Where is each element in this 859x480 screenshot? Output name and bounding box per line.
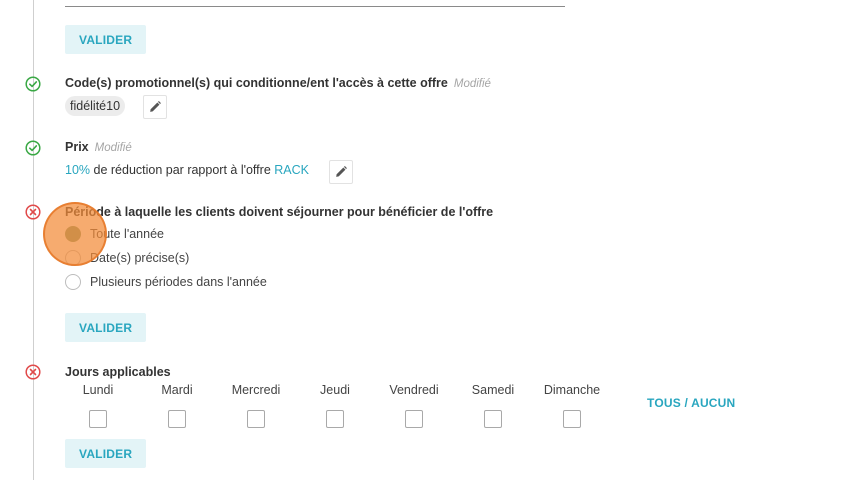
day-label: Lundi — [82, 383, 114, 397]
day-checkbox[interactable] — [247, 410, 265, 428]
radio-label: Toute l'année — [90, 227, 164, 241]
radio-option-all-year[interactable]: Toute l'année — [65, 224, 164, 244]
day-label: Vendredi — [389, 383, 439, 397]
edit-promo-button[interactable] — [143, 95, 167, 119]
price-title-text: Prix — [65, 140, 89, 154]
day-label: Dimanche — [543, 383, 601, 397]
day-sunday[interactable]: Dimanche — [537, 383, 607, 428]
radio-option-specific-dates[interactable]: Date(s) précise(s) — [65, 248, 189, 268]
radio-button-checked[interactable] — [65, 226, 81, 242]
price-section-title: Prix Modifié — [65, 140, 132, 154]
day-tuesday[interactable]: Mardi — [142, 383, 212, 428]
x-circle-icon — [25, 204, 41, 220]
validate-button-period[interactable]: VALIDER — [65, 313, 147, 342]
radio-label: Date(s) précise(s) — [90, 251, 190, 265]
radio-button[interactable] — [65, 274, 81, 290]
day-label: Mercredi — [231, 383, 281, 397]
period-section-title: Période à laquelle les clients doivent s… — [65, 205, 494, 219]
day-checkbox[interactable] — [89, 410, 107, 428]
day-label: Mardi — [161, 383, 193, 397]
radio-label: Plusieurs périodes dans l'année — [90, 275, 267, 289]
x-circle-icon — [25, 364, 41, 380]
check-circle-icon — [25, 140, 41, 156]
day-checkbox[interactable] — [484, 410, 502, 428]
timeline-line — [33, 0, 34, 480]
day-saturday[interactable]: Samedi — [458, 383, 528, 428]
radio-option-multiple-periods[interactable]: Plusieurs périodes dans l'année — [65, 272, 267, 292]
day-label: Jeudi — [320, 383, 350, 397]
validate-button-days[interactable]: VALIDER — [65, 439, 147, 468]
days-section-title: Jours applicables — [65, 365, 171, 379]
pencil-icon — [336, 166, 347, 177]
day-checkbox[interactable] — [563, 410, 581, 428]
promo-section-title: Code(s) promotionnel(s) qui conditionne/… — [65, 76, 491, 90]
toggle-all-days-button[interactable]: TOUS / AUCUN — [647, 396, 735, 410]
input-underline — [65, 6, 565, 7]
promo-modified-label: Modifié — [453, 78, 491, 90]
promo-title-text: Code(s) promotionnel(s) qui conditionne/… — [65, 76, 448, 90]
price-modified-label: Modifié — [94, 142, 132, 154]
discount-text: de réduction par rapport à l'offre — [90, 163, 275, 177]
price-summary: 10% de réduction par rapport à l'offre R… — [65, 163, 309, 177]
day-label: Samedi — [471, 383, 515, 397]
day-checkbox[interactable] — [405, 410, 423, 428]
check-circle-icon — [25, 76, 41, 92]
validate-button-1[interactable]: VALIDER — [65, 25, 147, 54]
day-checkbox[interactable] — [168, 410, 186, 428]
day-friday[interactable]: Vendredi — [379, 383, 449, 428]
day-checkbox[interactable] — [326, 410, 344, 428]
day-thursday[interactable]: Jeudi — [300, 383, 370, 428]
promo-code-chip: fidélité10 — [65, 96, 126, 116]
pencil-icon — [150, 101, 161, 112]
edit-price-button[interactable] — [329, 160, 353, 184]
discount-percent: 10% — [65, 163, 91, 177]
day-monday[interactable]: Lundi — [63, 383, 133, 428]
radio-button[interactable] — [65, 250, 81, 266]
day-wednesday[interactable]: Mercredi — [221, 383, 291, 428]
reference-offer-link[interactable]: RACK — [274, 163, 309, 177]
